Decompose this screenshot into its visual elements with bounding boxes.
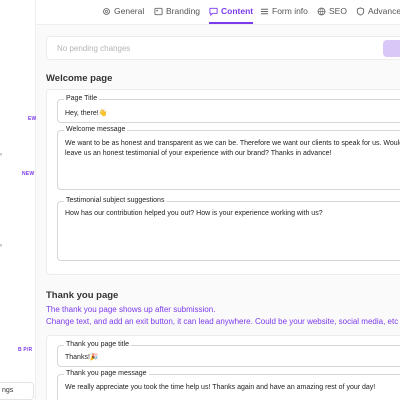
tab-seo[interactable]: SEO (317, 6, 347, 16)
settings-link[interactable]: ngs (0, 382, 34, 400)
tab-label: Form info (272, 6, 308, 16)
save-bar: No pending changes (46, 36, 400, 60)
thank-you-message-field[interactable]: Thank you page message We really appreci… (57, 370, 400, 400)
sidebar-item-fragment[interactable]: › (0, 243, 2, 249)
thank-you-page-heading: Thank you page (46, 290, 119, 301)
tab-label: Content (221, 6, 254, 16)
subject-suggestions-textarea[interactable]: How has our contribution helped you out?… (65, 209, 400, 219)
thank-you-title-field[interactable]: Thank you page title Thanks!🎉 (57, 341, 400, 367)
gear-icon (103, 7, 110, 15)
shield-icon (356, 6, 365, 16)
field-label: Welcome message (64, 126, 128, 133)
page-title-input[interactable]: Hey, there!👋 (65, 109, 400, 119)
save-button[interactable] (383, 40, 400, 57)
message-icon (209, 7, 218, 16)
settings-tabs: General Branding Content Form info SEO A… (36, 0, 400, 25)
tab-general[interactable]: General (102, 6, 144, 16)
tab-branding[interactable]: Branding (154, 6, 200, 16)
tab-label: General (114, 6, 145, 16)
active-tab-indicator (209, 22, 253, 24)
thank-you-description: Change text, and add an exit button, it … (46, 317, 399, 326)
pending-changes-status: No pending changes (57, 44, 131, 53)
new-badge: NEW (22, 171, 35, 177)
tab-content[interactable]: Content (209, 6, 253, 16)
tab-advanced[interactable]: Advanced (356, 6, 400, 16)
sidebar-item-fragment[interactable]: › (0, 152, 2, 158)
thank-you-title-input[interactable]: Thanks!🎉 (65, 353, 400, 363)
content-editor: General Branding Content Form info SEO A… (36, 0, 400, 400)
globe-icon (317, 7, 326, 15)
tab-label: Advanced (368, 6, 400, 16)
tab-label: SEO (329, 6, 347, 16)
plan-badge: B P/R (18, 347, 33, 353)
field-label: Page Title (64, 95, 100, 102)
subject-suggestions-field[interactable]: Testimonial subject suggestions How has … (57, 197, 400, 261)
field-label: Thank you page title (64, 341, 132, 348)
field-label: Thank you page message (64, 370, 149, 377)
tab-form-info[interactable]: Form info (260, 6, 308, 16)
palette-icon (154, 7, 163, 15)
field-label: Testimonial subject suggestions (64, 197, 167, 204)
page-title-field[interactable]: Page Title Hey, there!👋 (57, 95, 400, 123)
welcome-page-heading: Welcome page (46, 73, 113, 84)
list-icon (260, 8, 269, 14)
welcome-message-textarea[interactable]: We want to be as honest and transparent … (65, 139, 400, 159)
sidebar: EW › NEW › B P/R ngs (0, 0, 36, 400)
thank-you-message-textarea[interactable]: We really appreciate you took the time h… (65, 383, 400, 393)
welcome-message-field[interactable]: Welcome message We want to be as honest … (57, 126, 400, 190)
tab-label: Branding (166, 6, 201, 16)
